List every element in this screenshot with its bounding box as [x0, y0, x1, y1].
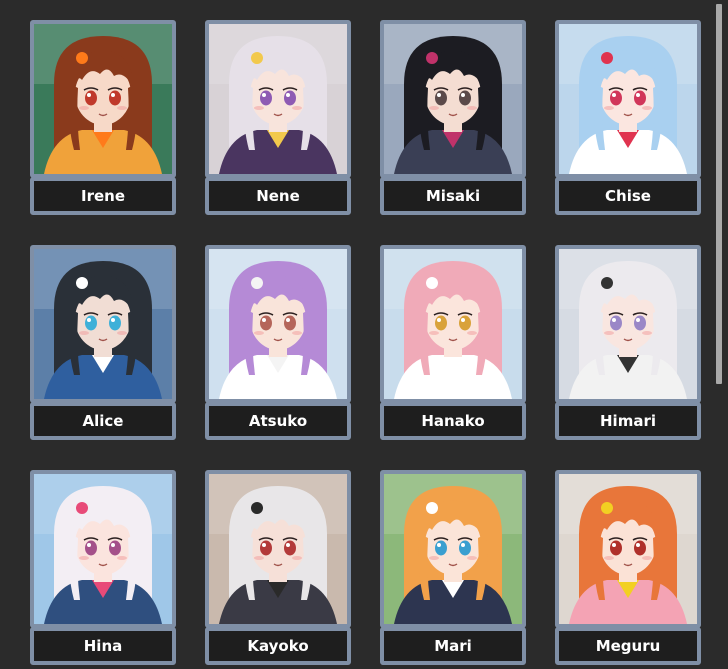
character-portrait[interactable]	[205, 20, 351, 178]
character-name-label[interactable]: Misaki	[380, 177, 526, 215]
character-portrait-icon	[34, 249, 172, 399]
scrollbar-thumb[interactable]	[716, 4, 722, 384]
character-name-label[interactable]: Hanako	[380, 402, 526, 440]
character-grid: Irene Nene Misaki Chise Alice Atsuko Han…	[0, 0, 712, 669]
character-portrait-icon	[209, 474, 347, 624]
character-portrait[interactable]	[30, 20, 176, 178]
character-name-label[interactable]: Kayoko	[205, 627, 351, 665]
character-portrait-icon	[34, 24, 172, 174]
character-portrait[interactable]	[555, 470, 701, 628]
character-name-label[interactable]: Mari	[380, 627, 526, 665]
character-portrait[interactable]	[555, 20, 701, 178]
character-portrait-icon	[384, 474, 522, 624]
vertical-scrollbar[interactable]	[712, 0, 728, 669]
character-name-label[interactable]: Irene	[30, 177, 176, 215]
character-portrait-icon	[34, 474, 172, 624]
character-name-label[interactable]: Nene	[205, 177, 351, 215]
character-name-label[interactable]: Chise	[555, 177, 701, 215]
character-portrait[interactable]	[555, 245, 701, 403]
character-name-label[interactable]: Alice	[30, 402, 176, 440]
character-name-label[interactable]: Himari	[555, 402, 701, 440]
character-portrait-icon	[559, 474, 697, 624]
character-name-label[interactable]: Hina	[30, 627, 176, 665]
character-portrait[interactable]	[380, 20, 526, 178]
character-portrait-icon	[384, 24, 522, 174]
character-name-label[interactable]: Atsuko	[205, 402, 351, 440]
character-portrait-icon	[559, 24, 697, 174]
character-portrait[interactable]	[380, 245, 526, 403]
character-name-label[interactable]: Meguru	[555, 627, 701, 665]
character-portrait[interactable]	[380, 470, 526, 628]
character-portrait-icon	[559, 249, 697, 399]
character-portrait-icon	[384, 249, 522, 399]
character-portrait[interactable]	[205, 245, 351, 403]
character-portrait[interactable]	[30, 470, 176, 628]
character-portrait[interactable]	[30, 245, 176, 403]
character-portrait-icon	[209, 249, 347, 399]
character-portrait[interactable]	[205, 470, 351, 628]
character-portrait-icon	[209, 24, 347, 174]
